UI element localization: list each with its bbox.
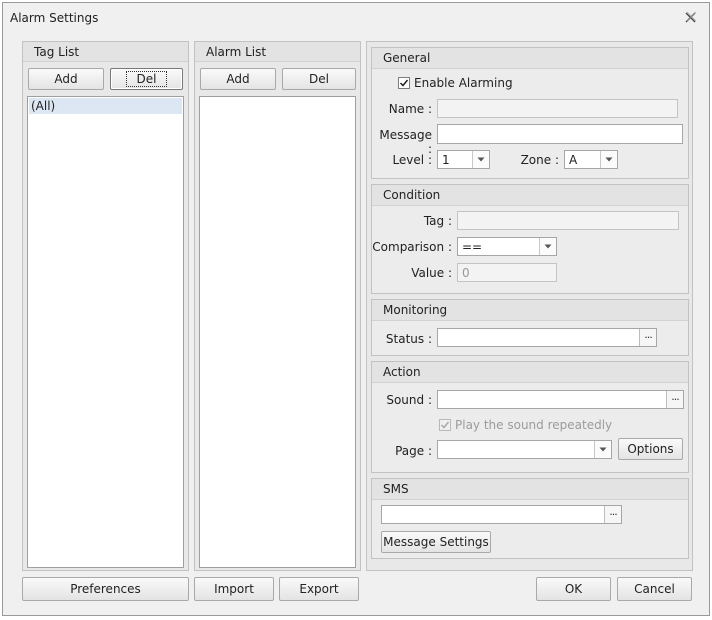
tag-list-title: Tag List <box>34 45 80 59</box>
tag-del-label: Del <box>125 71 168 87</box>
value-input: 0 <box>457 263 557 282</box>
sound-input[interactable]: ··· <box>437 390 684 409</box>
tag-add-label: Add <box>54 72 78 86</box>
value-value: 0 <box>462 266 470 280</box>
export-label: Export <box>299 582 339 596</box>
name-label: Name : <box>388 102 432 116</box>
message-input[interactable] <box>437 124 683 144</box>
chevron-down-icon <box>599 447 607 452</box>
alarm-details-panel: General Enable Alarming Name : Message :… <box>366 41 693 571</box>
page-dropdown-button[interactable] <box>594 441 611 458</box>
sound-label: Sound : <box>386 393 432 407</box>
zone-dropdown-button[interactable] <box>600 151 617 168</box>
alarm-add-label: Add <box>226 72 250 86</box>
ok-label: OK <box>564 582 583 596</box>
sms-group: SMS ··· Message Settings <box>371 478 689 559</box>
chevron-down-icon <box>605 157 613 162</box>
monitoring-header: Monitoring <box>372 300 688 321</box>
monitoring-title: Monitoring <box>383 303 448 317</box>
level-label: Level : <box>392 153 432 167</box>
import-button[interactable]: Import <box>194 577 274 601</box>
check-icon <box>440 421 450 429</box>
message-settings-button[interactable]: Message Settings <box>381 531 491 553</box>
action-title: Action <box>383 365 421 379</box>
condition-header: Condition <box>372 185 688 206</box>
close-icon[interactable] <box>684 11 697 24</box>
status-browse-button[interactable]: ··· <box>639 329 656 346</box>
level-value: 1 <box>442 153 450 167</box>
tag-list-header: Tag List <box>23 42 188 62</box>
enable-alarming-label: Enable Alarming <box>414 76 513 90</box>
options-button[interactable]: Options <box>618 438 683 460</box>
cancel-button[interactable]: Cancel <box>617 577 692 601</box>
ok-button[interactable]: OK <box>536 577 611 601</box>
tag-list-item-all[interactable]: (All) <box>29 98 182 114</box>
general-header: General <box>372 48 688 69</box>
enable-alarming-checkbox[interactable] <box>398 77 410 89</box>
alarm-del-label: Del <box>309 72 329 86</box>
tag-list-item-label: (All) <box>31 99 56 113</box>
page-label: Page : <box>395 444 432 458</box>
message-label: Message : <box>379 128 432 156</box>
alarm-listbox[interactable] <box>199 96 356 568</box>
level-select[interactable]: 1 <box>437 150 490 169</box>
window-title: Alarm Settings <box>10 11 99 25</box>
sms-title: SMS <box>383 482 409 496</box>
sms-header: SMS <box>372 479 688 500</box>
zone-select[interactable]: A <box>564 150 618 169</box>
options-label: Options <box>627 442 674 456</box>
sms-input[interactable]: ··· <box>381 505 622 524</box>
general-title: General <box>383 51 431 65</box>
tag-label: Tag : <box>423 214 452 228</box>
play-repeatedly-checkbox <box>439 419 451 431</box>
chevron-down-icon <box>544 244 552 249</box>
ellipsis-icon: ··· <box>671 393 679 406</box>
monitoring-group: Monitoring Status : ··· <box>371 299 689 356</box>
alarm-add-button[interactable]: Add <box>200 68 276 90</box>
zone-label: Zone : <box>520 153 559 167</box>
tag-list-panel: Tag List Add Del (All) <box>22 41 189 571</box>
alarm-list-header: Alarm List <box>195 42 360 62</box>
action-header: Action <box>372 362 688 383</box>
play-repeatedly-label: Play the sound repeatedly <box>455 418 613 432</box>
value-label: Value : <box>411 266 452 280</box>
preferences-button[interactable]: Preferences <box>22 577 189 601</box>
tag-del-button[interactable]: Del <box>110 68 183 90</box>
export-button[interactable]: Export <box>279 577 359 601</box>
ellipsis-icon: ··· <box>644 331 652 344</box>
alarm-list-panel: Alarm List Add Del <box>194 41 361 571</box>
alarm-settings-dialog: Alarm Settings Tag List Add Del (All) Al… <box>2 2 710 616</box>
alarm-del-button[interactable]: Del <box>282 68 356 90</box>
ellipsis-icon: ··· <box>609 508 617 521</box>
general-group: General Enable Alarming Name : Message :… <box>371 47 689 179</box>
tag-add-button[interactable]: Add <box>28 68 104 90</box>
alarm-list-title: Alarm List <box>206 45 267 59</box>
sms-browse-button[interactable]: ··· <box>604 506 621 523</box>
check-icon <box>399 79 409 87</box>
comparison-select[interactable]: == <box>457 237 557 256</box>
zone-value: A <box>569 153 578 167</box>
name-input <box>437 99 678 118</box>
message-settings-label: Message Settings <box>383 535 489 549</box>
status-label: Status : <box>385 332 432 346</box>
comparison-label: Comparison : <box>372 240 452 254</box>
chevron-down-icon <box>477 157 485 162</box>
sound-browse-button[interactable]: ··· <box>666 391 683 408</box>
tag-input <box>457 211 679 230</box>
condition-group: Condition Tag : Comparison : == Value : … <box>371 184 689 294</box>
status-input[interactable]: ··· <box>437 328 657 347</box>
import-label: Import <box>214 582 254 596</box>
title-bar: Alarm Settings <box>3 3 709 33</box>
preferences-label: Preferences <box>70 582 141 596</box>
condition-title: Condition <box>383 188 441 202</box>
tag-listbox[interactable]: (All) <box>27 96 184 568</box>
action-group: Action Sound : ··· Play the sound repeat… <box>371 361 689 473</box>
page-select[interactable] <box>437 440 612 459</box>
cancel-label: Cancel <box>634 582 675 596</box>
level-dropdown-button[interactable] <box>472 151 489 168</box>
comparison-dropdown-button[interactable] <box>539 238 556 255</box>
comparison-value: == <box>462 240 483 254</box>
